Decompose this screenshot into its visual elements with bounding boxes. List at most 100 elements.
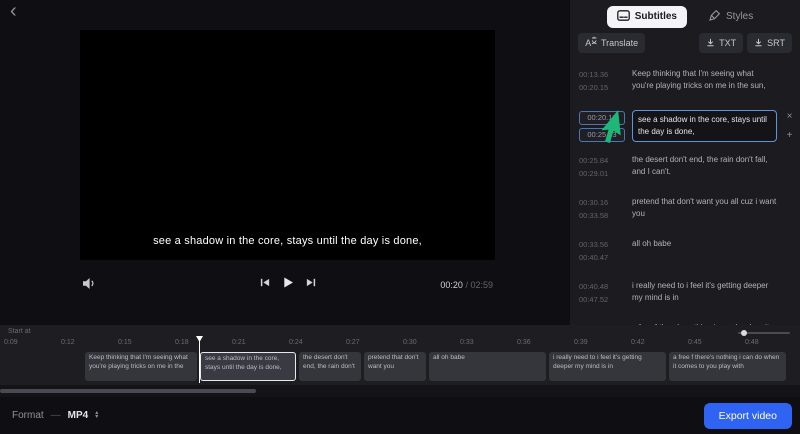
subtitles-panel: Subtitles Styles A Translate T	[570, 0, 800, 325]
ruler-tick: 0:27	[346, 339, 360, 346]
ruler-tick: 0:42	[631, 339, 645, 346]
subtitle-row[interactable]: 00:30.16 00:33.58 pretend that don't wan…	[570, 190, 800, 232]
skip-forward-icon[interactable]	[305, 277, 316, 288]
timeline-subtitle-block[interactable]: Keep thinking that I'm seeing what you'r…	[85, 352, 197, 381]
subtitle-end: 00:20.15	[579, 82, 625, 95]
timeline-track: Keep thinking that I'm seeing what you'r…	[0, 351, 800, 383]
timeline: Start at 0:09 0:12 0:15 0:18 0:21 0:24 0…	[0, 325, 800, 397]
ruler-tick: 0:45	[688, 339, 702, 346]
timeline-scrollbar[interactable]	[0, 385, 800, 397]
subtitle-row-actions: × +	[784, 110, 795, 141]
svg-text:A: A	[585, 38, 591, 48]
transport-controls	[259, 276, 316, 289]
subtitle-text[interactable]: all oh babe	[632, 238, 777, 250]
subtitle-row[interactable]: 00:40.48 00:47.52 i really need to i fee…	[570, 274, 800, 316]
subtitle-times: 00:13.36 00:20.15	[579, 68, 625, 95]
subtitle-row[interactable]: 00:47.53 00:54.11 a free f there's nothi…	[570, 316, 800, 325]
ruler-tick: 0:39	[574, 339, 588, 346]
styles-icon	[709, 9, 721, 24]
download-icon	[754, 38, 763, 49]
tab-subtitles[interactable]: Subtitles	[607, 6, 687, 28]
download-srt-button[interactable]: SRT	[747, 33, 792, 53]
txt-label: TXT	[719, 38, 736, 48]
subtitle-row[interactable]: 00:25.84 00:29.01 the desert don't end, …	[570, 148, 800, 190]
format-value: MP4	[68, 410, 89, 421]
subtitles-icon	[617, 10, 630, 24]
subtitle-end: 00:47.52	[579, 294, 625, 307]
volume-icon[interactable]	[82, 277, 97, 295]
video-subtitle-overlay: see a shadow in the core, stays until th…	[80, 235, 495, 247]
tab-subtitles-label: Subtitles	[635, 11, 677, 22]
subtitle-times: 00:25.84 00:29.01	[579, 154, 625, 181]
add-subtitle-icon[interactable]: +	[784, 131, 795, 141]
subtitle-text[interactable]: pretend that don't want you all cuz i wa…	[632, 196, 777, 220]
ruler-tick: 0:09	[4, 339, 18, 346]
current-time: 00:20	[440, 280, 463, 290]
mouse-cursor-icon	[596, 110, 624, 151]
timeline-subtitle-block[interactable]: the desert don't end, the rain don't	[299, 352, 361, 381]
subtitle-end: 00:40.47	[579, 252, 625, 265]
footer-bar: Format — MP4 ▴ ▾ Export video	[0, 397, 800, 434]
back-chevron-icon[interactable]: ‹	[10, 0, 17, 23]
ruler-tick: 0:48	[745, 339, 759, 346]
subtitle-list: 00:13.36 00:20.15 Keep thinking that I'm…	[570, 62, 800, 325]
format-selector[interactable]: Format — MP4 ▴ ▾	[12, 410, 98, 421]
player-controls: 00:20 / 02:59	[80, 271, 495, 297]
timeline-subtitle-block[interactable]: all oh babe	[429, 352, 546, 381]
ruler-tick: 0:15	[118, 339, 132, 346]
subtitle-text-input[interactable]: see a shadow in the core, stays until th…	[632, 110, 777, 142]
tab-styles-label: Styles	[726, 11, 753, 22]
ruler-tick: 0:24	[289, 339, 303, 346]
tab-styles[interactable]: Styles	[699, 5, 763, 28]
subtitle-times: 00:33.56 00:40.47	[579, 238, 625, 265]
skip-back-icon[interactable]	[259, 277, 270, 288]
download-icon	[706, 38, 715, 49]
translate-button[interactable]: A Translate	[578, 33, 645, 53]
download-txt-button[interactable]: TXT	[699, 33, 743, 53]
playhead[interactable]	[199, 337, 200, 383]
subtitle-times: 00:40.48 00:47.52	[579, 280, 625, 307]
subtitle-start: 00:33.56	[579, 239, 625, 252]
format-carets-icon[interactable]: ▴ ▾	[95, 412, 98, 419]
subtitle-toolbar: A Translate TXT SRT	[570, 33, 800, 53]
subtitle-text[interactable]: the desert don't end, the rain don't fal…	[632, 154, 777, 178]
subtitle-editor-app: ‹ see a shadow in the core, stays until …	[0, 0, 800, 434]
ruler-tick: 0:30	[403, 339, 417, 346]
translate-icon: A	[585, 36, 597, 50]
zoom-slider-thumb[interactable]	[741, 330, 747, 336]
ruler-tick: 0:33	[460, 339, 474, 346]
export-video-button[interactable]: Export video	[704, 403, 792, 429]
subtitle-row[interactable]: 00:13.36 00:20.15 Keep thinking that I'm…	[570, 62, 800, 104]
subtitle-text[interactable]: Keep thinking that I'm seeing what you'r…	[632, 68, 777, 92]
play-icon[interactable]	[281, 276, 294, 289]
start-at-label: Start at	[8, 328, 31, 335]
format-dash: —	[51, 410, 61, 421]
subtitle-end: 00:33.58	[579, 210, 625, 223]
timeline-subtitle-block[interactable]: a free f there's nothing i can do when i…	[669, 352, 786, 381]
ruler-tick: 0:18	[175, 339, 189, 346]
delete-subtitle-icon[interactable]: ×	[784, 112, 795, 122]
time-separator: /	[465, 280, 468, 290]
subtitle-start: 00:30.16	[579, 197, 625, 210]
subtitle-times: 00:30.16 00:33.58	[579, 196, 625, 223]
timeline-ruler[interactable]: 0:09 0:12 0:15 0:18 0:21 0:24 0:27 0:30 …	[0, 337, 800, 349]
panel-tab-bar: Subtitles Styles	[570, 0, 800, 30]
subtitle-text[interactable]: i really need to i feel it's getting dee…	[632, 280, 777, 304]
srt-label: SRT	[767, 38, 785, 48]
format-label: Format	[12, 410, 44, 421]
video-player[interactable]: see a shadow in the core, stays until th…	[80, 30, 495, 260]
timeline-scrollbar-thumb[interactable]	[0, 389, 256, 393]
timeline-subtitle-block[interactable]: i really need to i feel it's getting dee…	[549, 352, 666, 381]
subtitle-start: 00:25.84	[579, 155, 625, 168]
time-display: 00:20 / 02:59	[440, 280, 493, 290]
ruler-tick: 0:12	[61, 339, 75, 346]
translate-label: Translate	[601, 38, 638, 48]
timeline-subtitle-block-selected[interactable]: see a shadow in the core, stays until th…	[200, 352, 296, 381]
timeline-zoom-slider[interactable]	[738, 332, 790, 334]
subtitle-row[interactable]: 00:33.56 00:40.47 all oh babe	[570, 232, 800, 274]
subtitle-start: 00:40.48	[579, 281, 625, 294]
ruler-tick: 0:21	[232, 339, 246, 346]
subtitle-start: 00:13.36	[579, 69, 625, 82]
ruler-tick: 0:36	[517, 339, 531, 346]
timeline-subtitle-block[interactable]: pretend that don't want you	[364, 352, 426, 381]
